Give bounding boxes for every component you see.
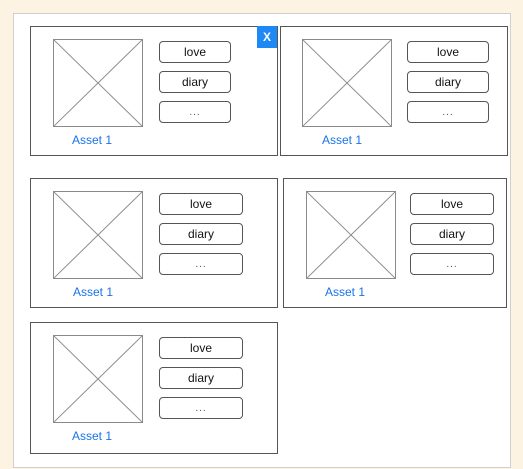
image-placeholder-icon — [53, 191, 143, 279]
image-placeholder-icon — [53, 335, 143, 423]
tag-button[interactable]: love — [410, 193, 494, 215]
tag-button[interactable]: diary — [159, 223, 243, 245]
tag-button[interactable]: diary — [407, 71, 489, 93]
asset-card[interactable]: love diary ... Asset 1 — [283, 178, 507, 308]
tag-button[interactable]: love — [159, 337, 243, 359]
asset-card[interactable]: love diary ... Asset 1 X — [30, 26, 278, 156]
asset-label[interactable]: Asset 1 — [73, 285, 113, 299]
asset-label[interactable]: Asset 1 — [322, 133, 362, 147]
asset-label[interactable]: Asset 1 — [72, 133, 112, 147]
tag-button[interactable]: love — [407, 41, 489, 63]
asset-card[interactable]: love diary ... Asset 1 — [280, 26, 508, 156]
image-placeholder-icon — [306, 191, 396, 279]
asset-card[interactable]: love diary ... Asset 1 — [30, 322, 278, 454]
asset-grid-panel: love diary ... Asset 1 X love diary ... … — [13, 13, 511, 468]
more-tags-button[interactable]: ... — [410, 253, 494, 275]
asset-label[interactable]: Asset 1 — [72, 429, 112, 443]
more-tags-button[interactable]: ... — [159, 397, 243, 419]
more-tags-button[interactable]: ... — [159, 253, 243, 275]
image-placeholder-icon — [302, 39, 392, 127]
tag-button[interactable]: diary — [159, 71, 231, 93]
asset-card[interactable]: love diary ... Asset 1 — [30, 178, 278, 308]
asset-label[interactable]: Asset 1 — [325, 285, 365, 299]
close-icon[interactable]: X — [257, 26, 277, 48]
image-placeholder-icon — [53, 39, 143, 127]
tag-button[interactable]: love — [159, 41, 231, 63]
more-tags-button[interactable]: ... — [407, 101, 489, 123]
more-tags-button[interactable]: ... — [159, 101, 231, 123]
tag-button[interactable]: love — [159, 193, 243, 215]
tag-button[interactable]: diary — [159, 367, 243, 389]
tag-button[interactable]: diary — [410, 223, 494, 245]
